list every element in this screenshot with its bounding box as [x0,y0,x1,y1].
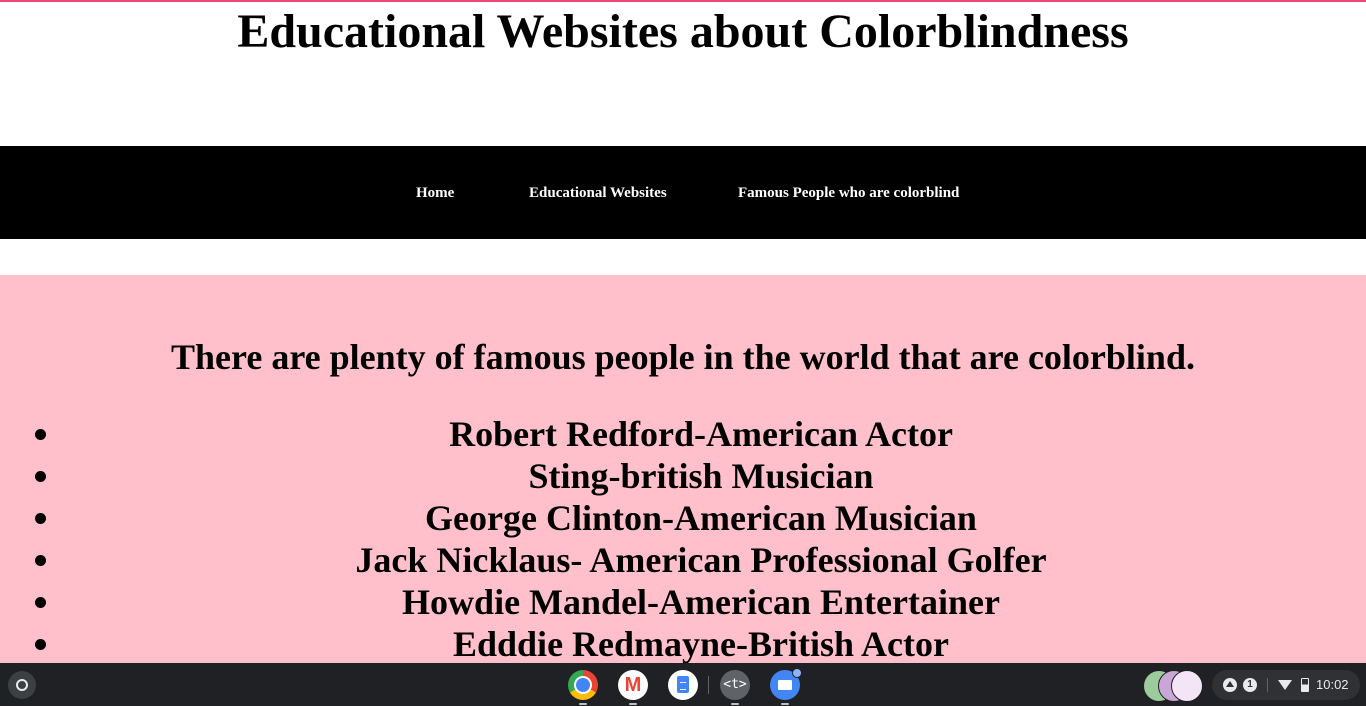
bullet-marker [35,597,46,608]
person-name: Sting-british Musician [528,456,874,496]
person-name: Edddie Redmayne-British Actor [452,624,949,663]
battery-icon [1301,678,1309,692]
page-title: Educational Websites about Colorblindnes… [237,5,1129,58]
status-tray[interactable]: 1 10:02 [1212,670,1360,700]
gmail-glyph: M [624,674,642,696]
top-accent-bar [0,0,1366,2]
files-icon[interactable] [770,668,802,705]
person-name: George Clinton-American Musician [425,498,977,538]
docs-icon[interactable] [668,670,698,700]
running-indicator [629,703,637,705]
running-indicator [781,703,789,705]
running-indicator [731,703,739,705]
docs-page-glyph [677,676,689,693]
notification-dot [792,668,802,678]
bullet-marker [35,555,46,566]
bullet-marker [35,471,46,482]
bullet-marker [35,513,46,524]
terminal-icon[interactable]: <t> [720,670,750,705]
clock: 10:02 [1316,677,1349,692]
person-name: Howdie Mandel-American Entertainer [402,582,1000,622]
gmail-icon[interactable]: M [618,670,648,705]
upload-icon [1223,678,1237,692]
list-item: Howdie Mandel-American Entertainer [0,581,1366,623]
wifi-icon [1278,680,1292,690]
avatar[interactable] [1171,670,1203,702]
account-avatars[interactable] [1143,670,1203,702]
tray-divider [1267,678,1268,692]
nav-link-educational-websites[interactable]: Educational Websites [529,184,667,202]
launcher-icon[interactable] [8,671,36,699]
people-list: Robert Redford-American Actor Sting-brit… [0,413,1366,663]
person-name: Robert Redford-American Actor [449,414,953,454]
shelf-divider [708,676,709,694]
nav-link-home[interactable]: Home [416,184,454,202]
main-navbar: Home Educational Websites Famous People … [0,146,1366,239]
notification-badge: 1 [1243,678,1257,692]
folder-glyph [778,680,792,690]
chrome-icon[interactable] [568,670,598,705]
bullet-marker [35,429,46,440]
person-name: Jack Nicklaus- American Professional Gol… [355,540,1047,580]
list-item: Jack Nicklaus- American Professional Gol… [0,539,1366,581]
bullet-marker [35,639,46,650]
list-item: Sting-british Musician [0,455,1366,497]
os-shelf: M <t> 1 10:02 [0,663,1366,706]
running-indicator [579,703,587,705]
terminal-glyph: <t> [723,677,747,692]
list-item: George Clinton-American Musician [0,497,1366,539]
list-item: Edddie Redmayne-British Actor [0,623,1366,663]
list-item: Robert Redford-American Actor [0,413,1366,455]
intro-heading: There are plenty of famous people in the… [171,337,1195,377]
famous-people-section: There are plenty of famous people in the… [0,275,1366,663]
nav-link-famous-people[interactable]: Famous People who are colorblind [738,184,959,202]
